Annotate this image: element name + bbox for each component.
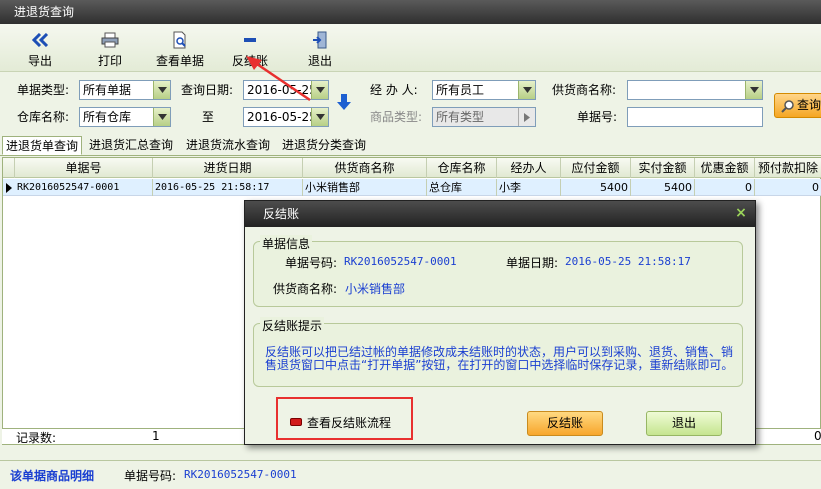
col-header[interactable]: 进货日期 <box>153 158 303 178</box>
supplier-label: 供货商名称: <box>552 83 617 97</box>
document-info-title: 单据信息 <box>260 235 313 252</box>
dlg-supplier-label: 供货商名称: <box>273 282 338 296</box>
query-date-label: 查询日期: <box>181 83 234 97</box>
product-type-select[interactable]: 所有类型 <box>432 107 536 127</box>
doc-type-select[interactable]: 所有单据 <box>79 80 171 100</box>
document-info-group: 单据信息 <box>253 235 743 307</box>
export-button[interactable]: 导出 <box>8 30 72 70</box>
col-header[interactable]: 优惠金额 <box>695 158 755 178</box>
col-header[interactable]: 单据号 <box>15 158 153 178</box>
unsettle-label: 反结账 <box>231 54 268 68</box>
view-document-label: 查看单据 <box>155 54 204 68</box>
doc-type-label: 单据类型: <box>17 83 70 97</box>
chevron-down-icon <box>745 81 762 99</box>
tab-flow-query[interactable]: 进退货流水查询 <box>186 136 270 155</box>
footer-total-value: 0 <box>814 429 821 443</box>
date-from-picker[interactable]: 2016-05-25 <box>243 80 329 100</box>
handler-select[interactable]: 所有员工 <box>432 80 536 100</box>
flow-icon <box>290 418 302 426</box>
export-label: 导出 <box>27 54 52 68</box>
view-document-button[interactable]: 查看单据 <box>148 30 212 70</box>
doc-no-label: 单据号: <box>577 110 618 124</box>
to-label: 至 <box>202 110 215 124</box>
chevron-right-icon <box>518 108 535 126</box>
col-header[interactable]: 供货商名称 <box>303 158 427 178</box>
col-header[interactable]: 经办人 <box>497 158 561 178</box>
print-button[interactable]: 打印 <box>78 30 142 70</box>
chevron-down-icon <box>153 81 170 99</box>
filter-panel: 单据类型: 所有单据 查询日期: 2016-05-25 经 办 人: 所有员工 … <box>0 72 821 134</box>
exit-label: 退出 <box>307 54 332 68</box>
exit-button[interactable]: 退出 <box>288 30 352 70</box>
arrow-down-icon[interactable] <box>337 94 351 113</box>
warehouse-label: 仓库名称: <box>17 110 70 124</box>
dlg-doc-no-label: 单据号码: <box>285 256 338 270</box>
chevron-down-icon <box>311 81 328 99</box>
confirm-unsettle-button[interactable]: 反结账 <box>527 411 603 436</box>
col-header[interactable]: 仓库名称 <box>427 158 497 178</box>
tab-strip: 进退货单查询 进退货汇总查询 进退货流水查询 进退货分类查询 <box>0 134 821 156</box>
table-row[interactable]: RK2016052547-0001 2016-05-25 21:58:17 小米… <box>3 179 821 196</box>
bottom-doc-no-label: 单据号码: <box>124 469 177 483</box>
table-header: 单据号 进货日期 供货商名称 仓库名称 经办人 应付金额 实付金额 优惠金额 预… <box>3 158 821 178</box>
bottom-doc-no-value: RK2016052547-0001 <box>184 468 297 481</box>
dlg-doc-no-value: RK2016052547-0001 <box>344 255 457 268</box>
chevron-down-icon <box>518 81 535 99</box>
query-button[interactable]: 查询 <box>774 93 821 118</box>
dialog-exit-button[interactable]: 退出 <box>646 411 722 436</box>
chevron-down-icon <box>311 108 328 126</box>
warehouse-select[interactable]: 所有仓库 <box>79 107 171 127</box>
toolbar: 导出 打印 查看单据 反结账 退出 <box>0 24 821 72</box>
date-to-picker[interactable]: 2016-05-25 <box>243 107 329 127</box>
window-title: 进退货查询 <box>0 0 821 24</box>
record-count-label: 记录数: <box>16 431 57 445</box>
tip-title: 反结账提示 <box>260 317 325 334</box>
view-flow-link[interactable]: 查看反结账流程 <box>307 416 391 430</box>
dlg-doc-date-value: 2016-05-25 21:58:17 <box>565 255 691 268</box>
double-chevron-left-icon <box>8 30 72 50</box>
row-indicator-icon <box>6 183 12 193</box>
tab-category-query[interactable]: 进退货分类查询 <box>282 136 366 155</box>
minus-icon <box>218 30 282 50</box>
tab-summary-query[interactable]: 进退货汇总查询 <box>89 136 173 155</box>
dialog-title: 反结账 × <box>245 201 755 227</box>
record-count-value: 1 <box>152 429 160 443</box>
tip-text: 反结账可以把已结过帐的单据修改成未结账时的状态，用户可以到采购、退货、销售、销售… <box>265 345 734 372</box>
doc-no-input[interactable] <box>627 107 763 127</box>
detail-title: 该单据商品明细 <box>10 469 95 483</box>
print-label: 打印 <box>97 54 122 68</box>
dlg-supplier-value: 小米销售部 <box>345 282 406 296</box>
printer-icon <box>78 30 142 50</box>
tab-return-order-query[interactable]: 进退货单查询 <box>2 136 83 155</box>
col-header[interactable]: 实付金额 <box>631 158 695 178</box>
detail-bar: 该单据商品明细 单据号码: RK2016052547-0001 <box>0 460 821 489</box>
dlg-doc-date-label: 单据日期: <box>506 256 559 270</box>
chevron-down-icon <box>153 108 170 126</box>
col-header[interactable]: 应付金额 <box>561 158 631 178</box>
exit-door-icon <box>288 30 352 50</box>
close-icon[interactable]: × <box>735 206 747 220</box>
unsettle-button[interactable]: 反结账 <box>218 30 282 70</box>
product-type-label: 商品类型: <box>370 110 423 124</box>
search-icon <box>781 98 795 121</box>
supplier-select[interactable] <box>627 80 763 100</box>
col-header[interactable]: 预付款扣除 <box>755 158 821 178</box>
document-search-icon <box>148 30 212 50</box>
handler-label: 经 办 人: <box>370 83 418 97</box>
